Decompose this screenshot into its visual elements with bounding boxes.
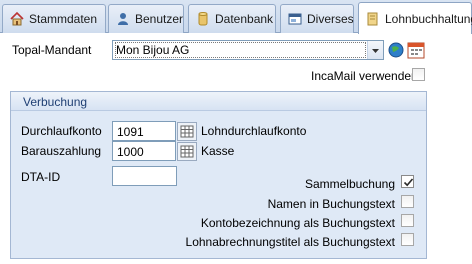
barauszahlung-label: Barauszahlung (21, 144, 102, 158)
sammelbuchung-label: Sammelbuchung (304, 177, 395, 191)
namen-checkbox[interactable] (401, 195, 414, 208)
sammelbuchung-checkbox[interactable] (401, 175, 414, 188)
calendar-button[interactable] (407, 41, 425, 59)
tab-label: Benutzer (135, 12, 184, 26)
tab-datenbank[interactable]: Datenbank (188, 4, 276, 33)
database-icon (195, 11, 211, 27)
mandant-label: Topal-Mandant (12, 43, 92, 57)
checkmark-icon (403, 178, 414, 187)
dta-id-input[interactable] (112, 166, 177, 186)
verbuchung-group: Verbuchung Durchlaufkonto 1091 Lohndurch… (10, 91, 427, 259)
tab-diverses[interactable]: Diverses (280, 4, 354, 33)
mandant-value: Mon Bijou AG (116, 43, 190, 57)
tab-stammdaten[interactable]: Stammdaten (2, 4, 106, 33)
tab-label: Stammdaten (29, 12, 98, 26)
calendar-icon (407, 42, 425, 62)
lohnabrechnungstitel-label: Lohnabrechnungstitel als Buchungstext (185, 235, 395, 249)
group-title: Verbuchung (23, 95, 88, 109)
mandant-select[interactable]: Mon Bijou AG (112, 40, 384, 60)
durchlaufkonto-lookup-button[interactable] (177, 122, 197, 141)
user-icon (115, 11, 131, 27)
dta-id-label: DTA-ID (21, 170, 61, 184)
incamail-label: IncaMail verwenden (311, 69, 418, 83)
globe-button[interactable] (387, 41, 405, 59)
durchlaufkonto-input[interactable]: 1091 (112, 121, 197, 141)
barauszahlung-description: Kasse (201, 144, 235, 158)
house-icon (9, 11, 25, 27)
durchlaufkonto-description: Lohndurchlaufkonto (201, 124, 307, 138)
durchlaufkonto-label: Durchlaufkonto (21, 124, 102, 138)
kontobezeichnung-checkbox[interactable] (401, 214, 414, 227)
durchlaufkonto-value: 1091 (117, 125, 144, 139)
group-header: Verbuchung (11, 92, 426, 111)
tab-label: Lohnbuchhaltung (385, 11, 472, 26)
barauszahlung-input[interactable]: 1000 (112, 141, 197, 161)
tab-lohnbuchhaltung[interactable]: Lohnbuchhaltung (358, 2, 472, 34)
barauszahlung-lookup-button[interactable] (177, 142, 197, 161)
grid-icon (177, 142, 197, 164)
tab-label: Diverses (307, 12, 354, 26)
tab-label: Datenbank (215, 12, 274, 26)
lohnabrechnungstitel-checkbox[interactable] (401, 233, 414, 246)
book-icon (365, 11, 381, 27)
dropdown-button[interactable] (367, 41, 383, 59)
tab-benutzer[interactable]: Benutzer (108, 4, 184, 33)
kontobezeichnung-label: Kontobezeichnung als Buchungstext (200, 216, 395, 230)
barauszahlung-value: 1000 (117, 145, 144, 159)
incamail-checkbox[interactable] (412, 68, 425, 81)
globe-icon (387, 42, 405, 62)
window-icon (287, 11, 303, 27)
chevron-down-icon (372, 44, 379, 56)
namen-label: Namen in Buchungstext (267, 197, 395, 211)
tab-bar: Stammdaten Benutzer Datenbank Diverses L… (0, 0, 472, 34)
